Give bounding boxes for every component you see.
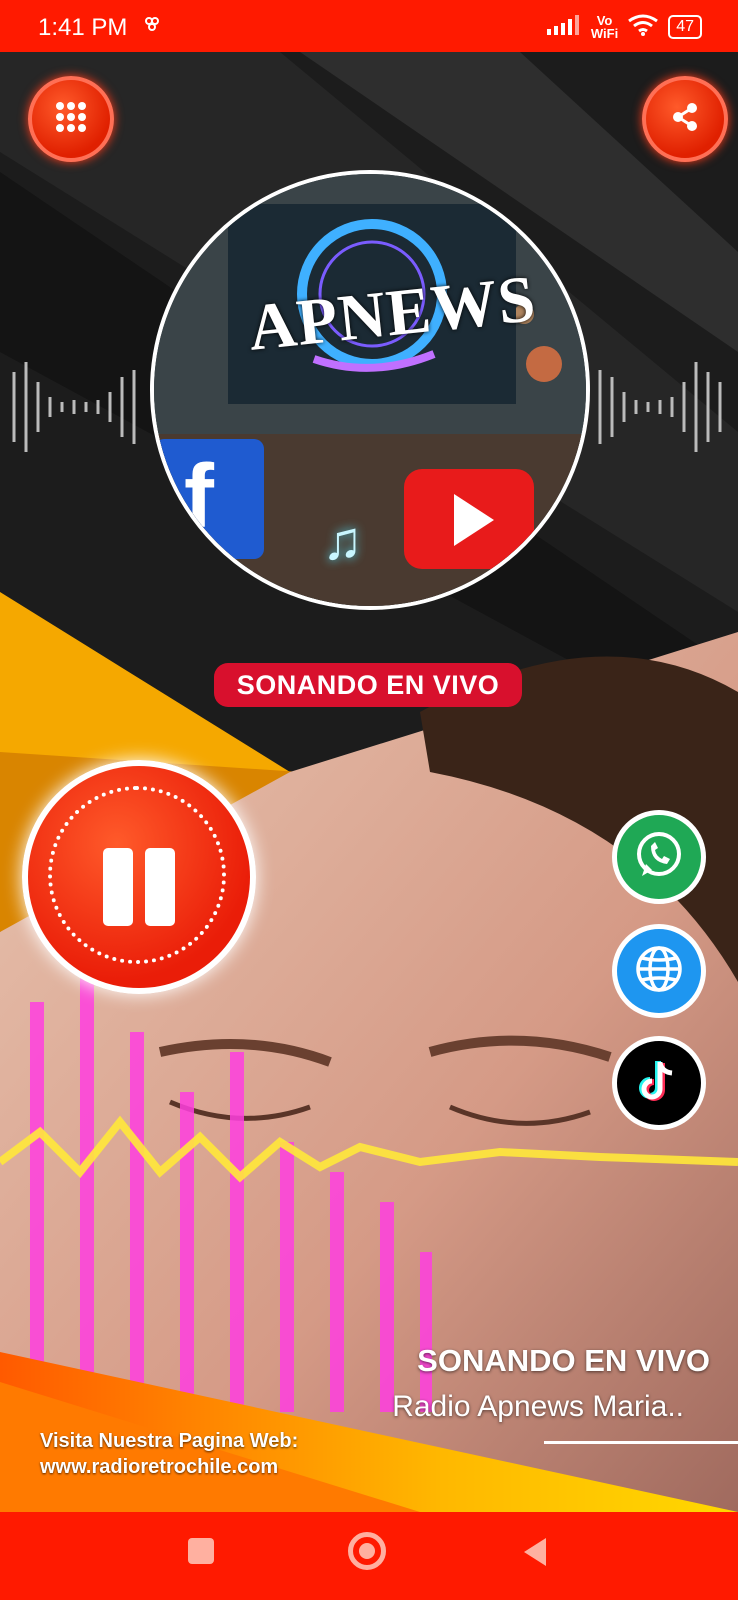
signal-icon — [546, 14, 581, 40]
recents-button[interactable] — [188, 1538, 214, 1564]
wifi-icon — [628, 14, 659, 41]
player-screen: APNEWS f ♫ SONANDO EN VIVO SONANDO EN VI… — [0, 52, 738, 1512]
grid-menu-icon — [54, 100, 88, 139]
pause-button[interactable] — [22, 760, 256, 994]
now-playing-station: Radio Apnews Maria.. — [392, 1390, 684, 1423]
whatsapp-button[interactable] — [612, 810, 706, 904]
flower-notification-icon — [142, 14, 162, 39]
music-note-icon: ♫ — [322, 511, 363, 571]
navigation-bar — [0, 1512, 738, 1600]
menu-button[interactable] — [28, 76, 114, 162]
website-prompt: Visita Nuestra Pagina Web: — [40, 1430, 299, 1452]
share-icon — [669, 101, 701, 138]
facebook-logo: f — [184, 447, 214, 547]
vowifi-bottom: WiFi — [590, 26, 619, 41]
circle-icon — [348, 1532, 386, 1570]
status-bar: 1:41 PM Vo WiFi 47 — [0, 0, 738, 52]
triangle-back-icon — [522, 1538, 548, 1572]
tiktok-icon — [634, 1056, 684, 1111]
pause-bar-right — [145, 848, 175, 926]
website-url[interactable]: www.radioretrochile.com — [40, 1456, 278, 1479]
live-badge: SONANDO EN VIVO — [214, 663, 522, 707]
home-button[interactable] — [348, 1532, 386, 1570]
square-icon — [188, 1538, 214, 1564]
globe-icon — [632, 942, 686, 1001]
battery-indicator: 47 — [668, 15, 702, 39]
now-playing-underline — [544, 1441, 738, 1444]
pause-ring — [48, 786, 226, 964]
station-artwork: APNEWS f ♫ — [150, 170, 590, 610]
website-button[interactable] — [612, 924, 706, 1018]
back-button[interactable] — [522, 1536, 548, 1573]
status-time: 1:41 PM — [38, 14, 128, 41]
pause-bar-left — [103, 848, 133, 926]
tiktok-button[interactable] — [612, 1036, 706, 1130]
now-playing-title: SONANDO EN VIVO — [417, 1343, 710, 1378]
whatsapp-icon — [632, 828, 686, 887]
vowifi-indicator: Vo WiFi — [591, 14, 618, 40]
share-button[interactable] — [642, 76, 728, 162]
